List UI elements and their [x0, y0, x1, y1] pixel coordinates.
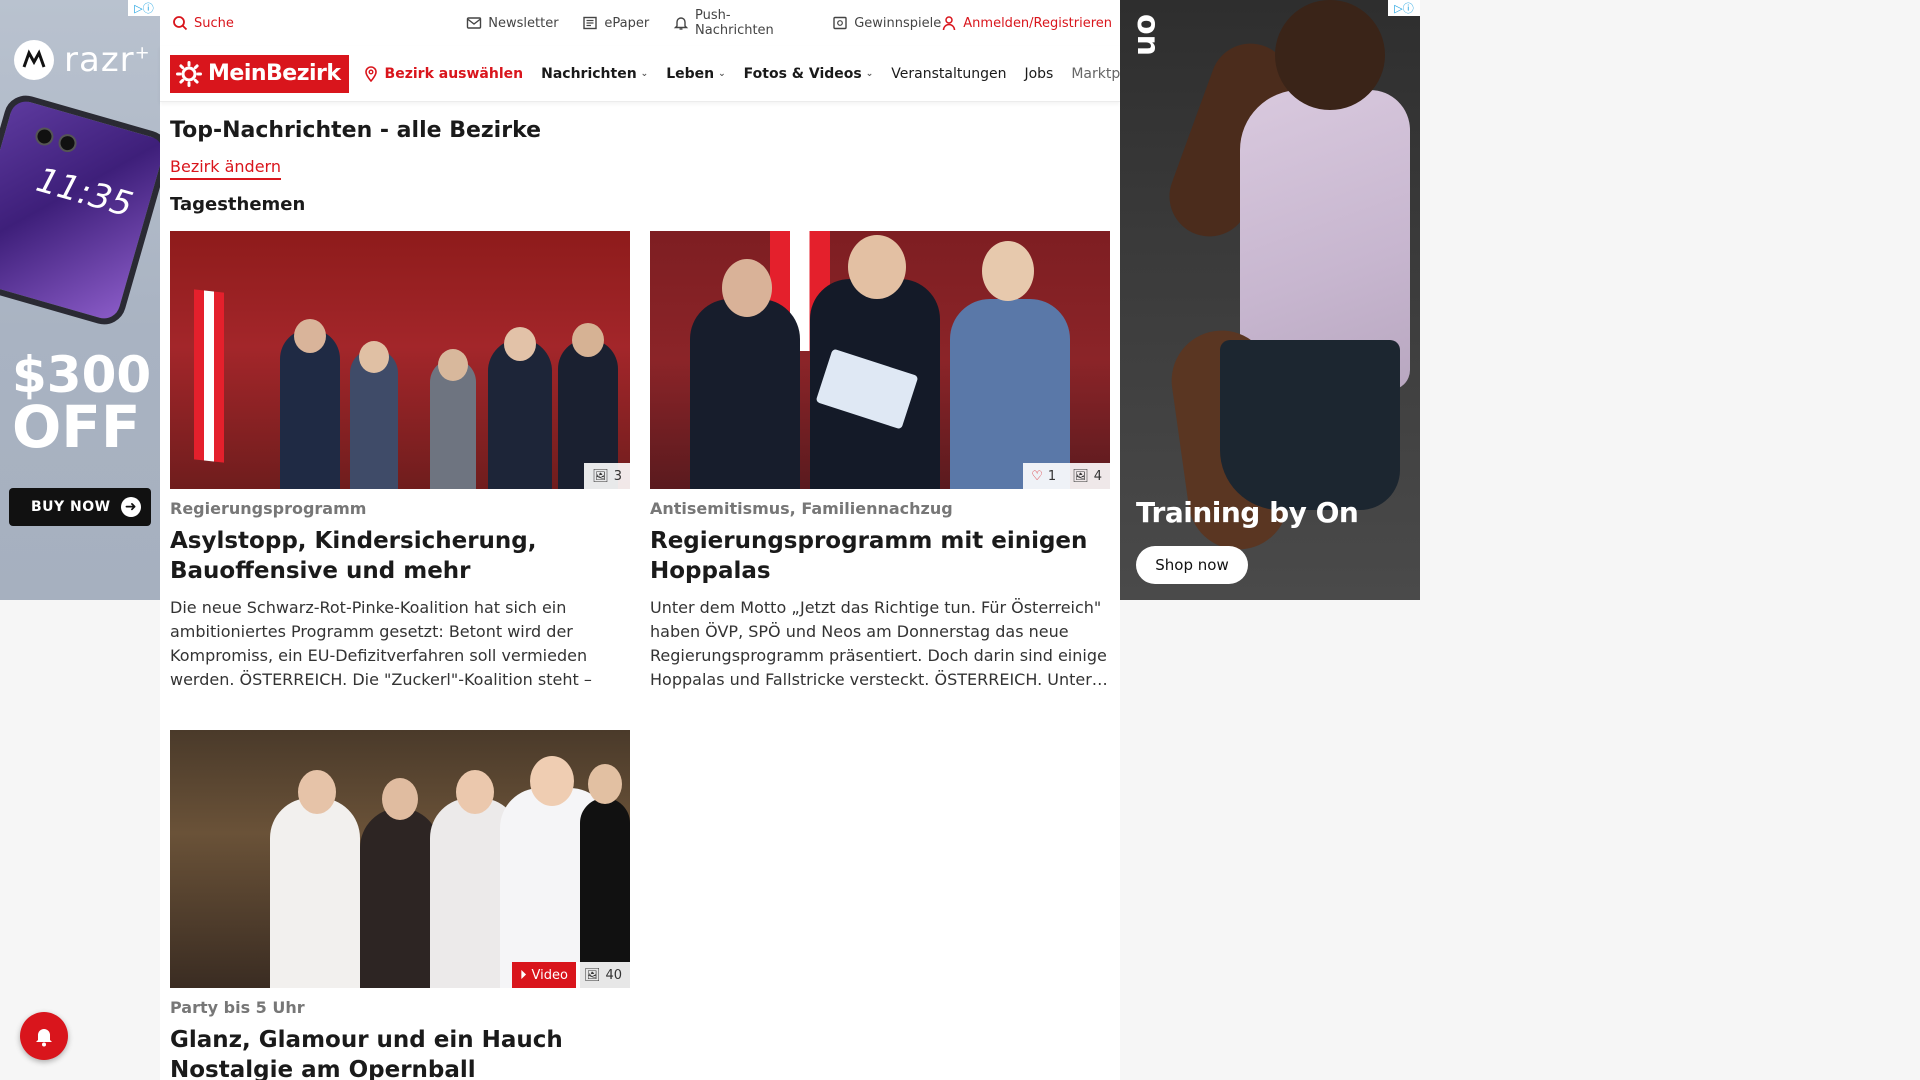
article-teaser: Die neue Schwarz-Rot-Pinke-Koalition hat…: [170, 598, 592, 689]
nav-leben[interactable]: Leben ⌄: [666, 66, 725, 82]
content-area: Top-Nachrichten - alle Bezirke Bezirk än…: [160, 118, 1120, 1080]
article-kicker: Antisemitismus, Familiennachzug: [650, 499, 953, 518]
chevron-down-icon: ⌄: [718, 68, 726, 79]
heart-icon: ♡: [1031, 468, 1043, 484]
chevron-down-icon: ⌄: [640, 68, 649, 79]
photo-count-badge: 🖼 4: [1064, 463, 1110, 489]
photo-count-badge: 🖼 3: [584, 463, 630, 489]
image-gallery-icon: 🖼: [1072, 468, 1089, 484]
page-title: Top-Nachrichten - alle Bezirke: [170, 118, 542, 143]
section-title: Tagesthemen: [170, 194, 306, 215]
search-icon: [172, 15, 188, 31]
article-card[interactable]: ♡ 1 🖼 4 Antisemitismus, Familiennachzug …: [650, 231, 1110, 692]
main-navigation: MeinBezirk Bezirk auswählen Nachrichten …: [160, 46, 1120, 102]
newspaper-icon: [582, 15, 598, 31]
article-kicker: Regierungsprogramm: [170, 499, 367, 518]
article-card[interactable]: 🖼 3 Regierungsprogramm Asylstopp, Kinder…: [170, 231, 630, 692]
article-headline[interactable]: Regierungsprogramm mit einigen Hoppalas: [650, 526, 1110, 586]
select-district-button[interactable]: Bezirk auswählen: [363, 65, 523, 82]
nav-nachrichten[interactable]: Nachrichten ⌄: [541, 66, 648, 82]
bell-icon: [36, 1029, 52, 1047]
page: ▷ⓘ razr+ 11:35 $300 OFF BUY NOW ➜ Suche …: [0, 0, 1920, 1080]
top-utility-bar: Suche Newsletter ePaper Push-Nachrichten…: [160, 0, 1120, 46]
image-gallery-icon: 🖼: [583, 967, 601, 983]
prize-icon: [832, 15, 848, 31]
ad-phone-time: 11:35: [31, 159, 138, 226]
video-badge[interactable]: ⏵ Video: [512, 962, 576, 988]
push-notifications-link[interactable]: Push-Nachrichten: [673, 8, 808, 38]
ad-offer-off: OFF: [12, 392, 141, 461]
meinbezirk-logo[interactable]: MeinBezirk: [170, 54, 349, 93]
article-image[interactable]: 🖼 3: [170, 231, 630, 489]
nav-fotos-videos[interactable]: Fotos & Videos ⌄: [744, 66, 874, 82]
like-count-badge[interactable]: ♡ 1: [1023, 463, 1065, 489]
article-card[interactable]: ⏵ Video 🖼 40 Party bis 5 Uhr Glanz, Glam…: [170, 730, 630, 1080]
article-grid: 🖼 3 Regierungsprogramm Asylstopp, Kinder…: [170, 231, 1110, 1080]
article-teaser: Unter dem Motto „Jetzt das Richtige tun.…: [650, 598, 1108, 689]
ad-brand: razr+: [14, 40, 151, 80]
location-pin-icon: [363, 65, 379, 82]
ad-phone-image: 11:35: [0, 90, 160, 330]
main-column: Suche Newsletter ePaper Push-Nachrichten…: [160, 0, 1120, 1080]
login-register-link[interactable]: Anmelden/Registrieren: [941, 15, 1112, 31]
adchoices-icon[interactable]: ▷ⓘ: [128, 0, 160, 16]
bell-icon: [673, 15, 689, 31]
ad-brand-name: razr+: [64, 40, 151, 80]
ad-shop-now-button[interactable]: Shop now: [1136, 546, 1248, 584]
nav-marktplatz[interactable]: Marktplatz: [1071, 66, 1120, 82]
ad-offer: $300 OFF: [12, 350, 151, 461]
ad-banner-right[interactable]: on ▷ⓘ Training by On Shop now: [1120, 0, 1420, 600]
article-headline[interactable]: Glanz, Glamour und ein Hauch Nostalgie a…: [170, 1025, 630, 1080]
article-image[interactable]: ♡ 1 🖼 4: [650, 231, 1110, 489]
image-gallery-icon: 🖼: [592, 468, 609, 484]
motorola-logo-icon: [14, 40, 54, 80]
ad-buy-now-button[interactable]: BUY NOW ➜: [9, 488, 151, 526]
article-kicker: Party bis 5 Uhr: [170, 998, 305, 1017]
on-brand-logo: on: [1130, 14, 1165, 56]
change-district-link[interactable]: Bezirk ändern: [170, 157, 281, 180]
mail-icon: [466, 15, 482, 31]
ad-tagline: Training by On: [1136, 496, 1359, 529]
article-image[interactable]: ⏵ Video 🖼 40: [170, 730, 630, 988]
adchoices-icon[interactable]: ▷ⓘ: [1388, 0, 1420, 16]
nav-jobs[interactable]: Jobs: [1024, 66, 1053, 82]
search-link[interactable]: Suche: [172, 15, 234, 31]
photo-count-badge: 🖼 40: [575, 962, 630, 988]
user-icon: [941, 15, 957, 31]
notification-bell-button[interactable]: [20, 1012, 68, 1060]
epaper-link[interactable]: ePaper: [582, 15, 649, 31]
ad-banner-left[interactable]: ▷ⓘ razr+ 11:35 $300 OFF BUY NOW ➜: [0, 0, 160, 600]
arrow-right-icon: ➜: [121, 497, 141, 517]
newsletter-link[interactable]: Newsletter: [466, 15, 559, 31]
nav-veranstaltungen[interactable]: Veranstaltungen: [891, 66, 1006, 82]
article-headline[interactable]: Asylstopp, Kindersicherung, Bauoffensive…: [170, 526, 630, 586]
play-circle-icon: ⏵: [520, 967, 527, 983]
sun-logo-icon: [176, 60, 202, 87]
gewinnspiele-link[interactable]: Gewinnspiele: [832, 15, 941, 31]
chevron-down-icon: ⌄: [865, 68, 874, 79]
